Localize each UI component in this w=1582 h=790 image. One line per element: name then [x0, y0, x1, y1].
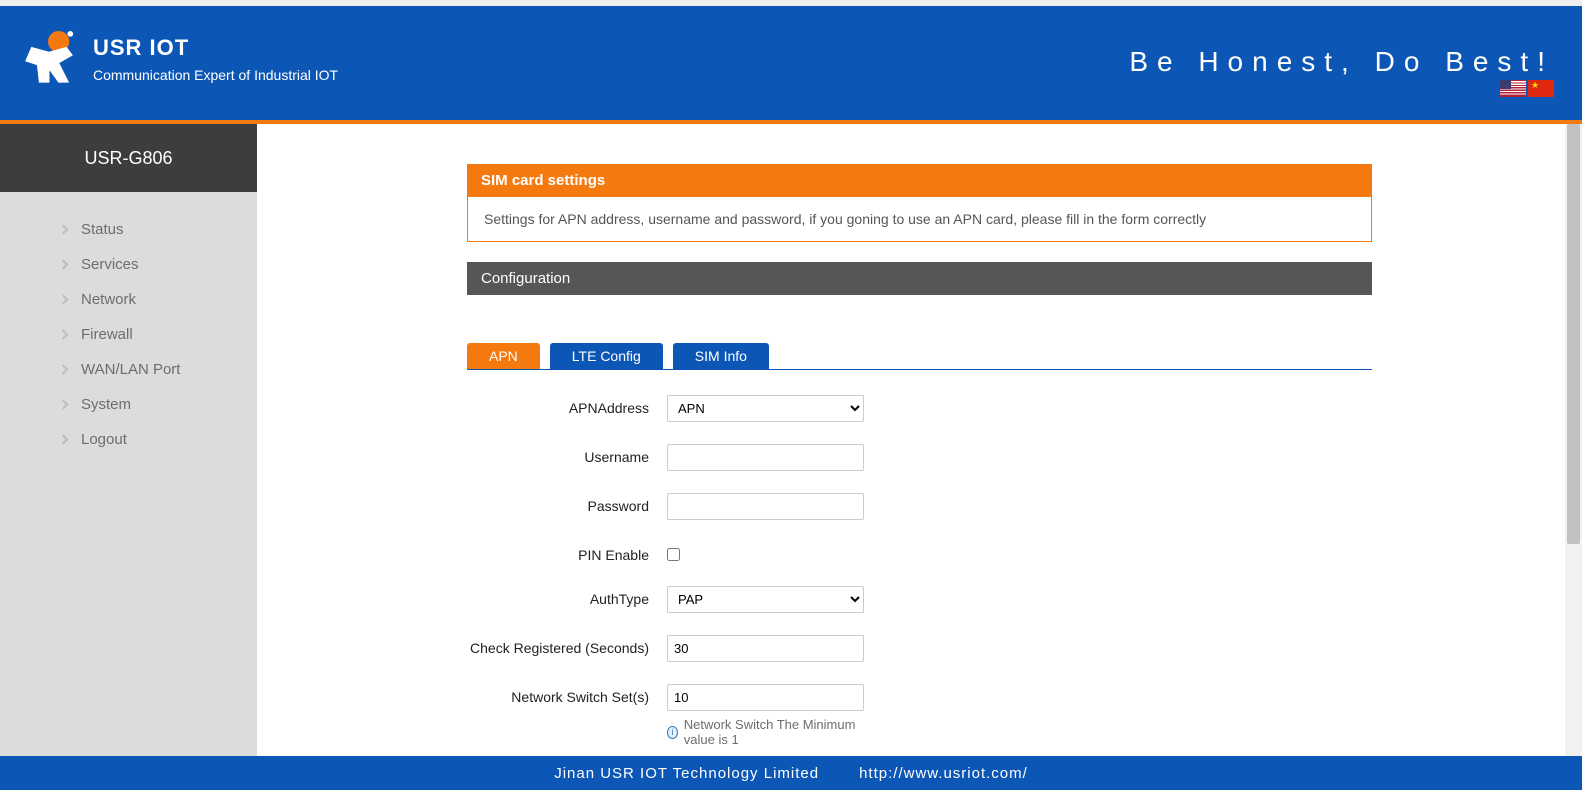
footer-company: Jinan USR IOT Technology Limited — [554, 765, 819, 782]
label-pin-enable: PIN Enable — [467, 542, 667, 564]
network-switch-hint: i Network Switch The Minimum value is 1 — [667, 717, 867, 747]
content-area: SIM card settings Settings for APN addre… — [257, 124, 1582, 756]
label-check-registered: Check Registered (Seconds) — [467, 635, 667, 657]
header: USR IOT Communication Expert of Industri… — [0, 6, 1582, 120]
info-icon: i — [667, 726, 678, 739]
sidebar-item-logout[interactable]: Logout — [0, 422, 257, 457]
chevron-right-icon — [59, 400, 69, 410]
apnaddress-select[interactable]: APN — [667, 395, 864, 422]
sidebar-item-network[interactable]: Network — [0, 282, 257, 317]
sidebar-item-label: Services — [81, 256, 139, 273]
tabs: APN LTE Config SIM Info — [467, 343, 1372, 370]
slogan: Be Honest, Do Best! — [1129, 46, 1554, 78]
hint-text: Network Switch The Minimum value is 1 — [684, 717, 867, 747]
label-network-switch: Network Switch Set(s) — [467, 684, 667, 706]
config-body-strip — [467, 295, 1372, 313]
password-input[interactable] — [667, 493, 864, 520]
sidebar-item-label: Network — [81, 291, 136, 308]
check-registered-input[interactable] — [667, 635, 864, 662]
config-header: Configuration — [467, 262, 1372, 295]
network-switch-input[interactable] — [667, 684, 864, 711]
scrollbar[interactable] — [1565, 124, 1582, 756]
flag-us-icon[interactable] — [1500, 80, 1526, 97]
panel-title: SIM card settings — [467, 164, 1372, 197]
sidebar-item-label: Logout — [81, 431, 127, 448]
scrollbar-thumb[interactable] — [1567, 124, 1580, 544]
username-input[interactable] — [667, 444, 864, 471]
logo-icon — [20, 28, 78, 90]
chevron-right-icon — [59, 295, 69, 305]
sidebar-item-label: WAN/LAN Port — [81, 361, 180, 378]
sidebar-item-wanlan[interactable]: WAN/LAN Port — [0, 352, 257, 387]
sidebar: USR-G806 Status Services Network Firewal… — [0, 124, 257, 756]
logo: USR IOT Communication Expert of Industri… — [20, 28, 338, 90]
flag-cn-icon[interactable] — [1528, 80, 1554, 97]
sidebar-item-label: Status — [81, 221, 124, 238]
label-password: Password — [467, 493, 667, 515]
tab-apn[interactable]: APN — [467, 343, 540, 369]
lang-flags — [1500, 80, 1554, 97]
sidebar-item-label: Firewall — [81, 326, 133, 343]
chevron-right-icon — [59, 225, 69, 235]
chevron-right-icon — [59, 260, 69, 270]
brand-name: USR IOT — [93, 35, 338, 61]
apn-form: APNAddress APN Username Password PIN Ena… — [467, 370, 1372, 756]
label-apnaddress: APNAddress — [467, 395, 667, 417]
chevron-right-icon — [59, 365, 69, 375]
footer: Jinan USR IOT Technology Limited http://… — [0, 756, 1582, 790]
sidebar-item-system[interactable]: System — [0, 387, 257, 422]
sidebar-item-status[interactable]: Status — [0, 212, 257, 247]
authtype-select[interactable]: PAP — [667, 586, 864, 613]
chevron-right-icon — [59, 330, 69, 340]
sidebar-item-firewall[interactable]: Firewall — [0, 317, 257, 352]
label-username: Username — [467, 444, 667, 466]
pin-enable-checkbox[interactable] — [667, 548, 680, 561]
chevron-right-icon — [59, 435, 69, 445]
sidebar-item-label: System — [81, 396, 131, 413]
tab-lte-config[interactable]: LTE Config — [550, 343, 663, 369]
device-model: USR-G806 — [0, 124, 257, 192]
label-authtype: AuthType — [467, 586, 667, 608]
footer-url[interactable]: http://www.usriot.com/ — [859, 765, 1028, 782]
tab-sim-info[interactable]: SIM Info — [673, 343, 769, 369]
sidebar-item-services[interactable]: Services — [0, 247, 257, 282]
tagline: Communication Expert of Industrial IOT — [93, 67, 338, 83]
panel-description: Settings for APN address, username and p… — [467, 197, 1372, 242]
nav: Status Services Network Firewall WAN/LAN… — [0, 192, 257, 457]
